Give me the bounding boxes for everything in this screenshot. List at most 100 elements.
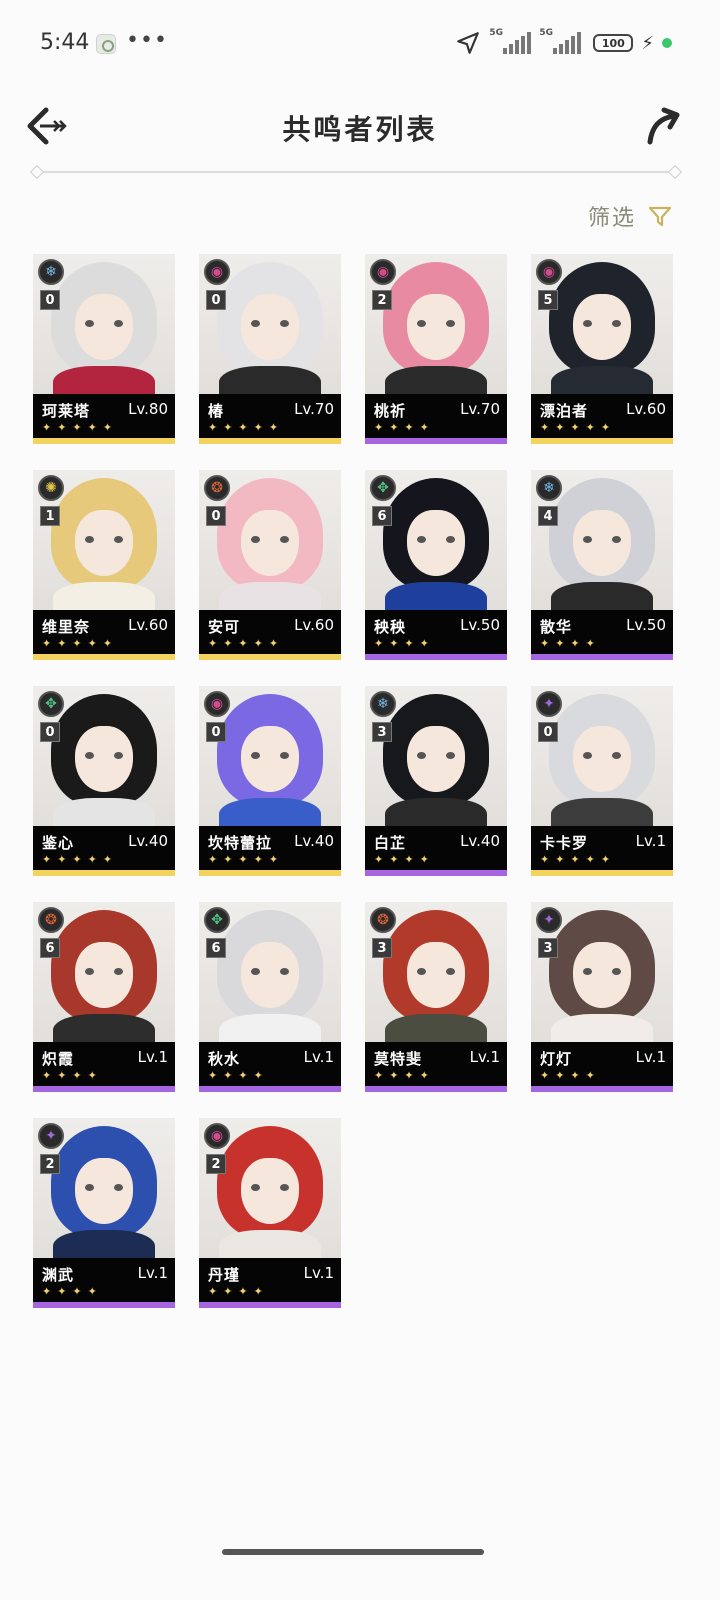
rarity-stars: ✦✦✦✦	[208, 1285, 269, 1298]
character-card[interactable]: ❂ 3 莫特斐 Lv.1 ✦✦✦✦	[365, 902, 507, 1092]
location-arrow-icon	[457, 32, 480, 54]
character-card[interactable]: ❄ 0 珂莱塔 Lv.80 ✦✦✦✦✦	[33, 254, 175, 444]
character-level: Lv.1	[137, 1048, 168, 1066]
sequence-badge: 4	[538, 506, 558, 526]
rarity-stars: ✦✦✦✦✦	[208, 853, 285, 866]
character-name: 丹瑾	[208, 1266, 241, 1284]
rarity-bar	[33, 438, 175, 444]
character-card[interactable]: ❂ 6 炽霞 Lv.1 ✦✦✦✦	[33, 902, 175, 1092]
character-name: 漂泊者	[540, 402, 589, 420]
rarity-bar	[531, 1086, 673, 1092]
portrait-eyes	[85, 1184, 123, 1192]
sequence-badge: 6	[40, 938, 60, 958]
aero-icon: ✥	[38, 691, 64, 717]
portrait-eyes	[85, 968, 123, 976]
character-info: 白芷 Lv.40 ✦✦✦✦	[365, 826, 507, 870]
signal-icon-sim2: 5G	[539, 28, 582, 54]
share-icon[interactable]	[644, 104, 684, 148]
character-info: 莫特斐 Lv.1 ✦✦✦✦	[365, 1042, 507, 1086]
character-card[interactable]: ✺ 1 维里奈 Lv.60 ✦✦✦✦✦	[33, 470, 175, 660]
character-level: Lv.60	[294, 616, 334, 634]
character-info: 丹瑾 Lv.1 ✦✦✦✦	[199, 1258, 341, 1302]
character-name: 渊武	[42, 1266, 75, 1284]
portrait-eyes	[251, 536, 289, 544]
character-level: Lv.1	[469, 1048, 500, 1066]
rarity-bar	[199, 1302, 341, 1308]
character-info: 炽霞 Lv.1 ✦✦✦✦	[33, 1042, 175, 1086]
character-card[interactable]: ◉ 5 漂泊者 Lv.60 ✦✦✦✦✦	[531, 254, 673, 444]
rarity-stars: ✦✦✦✦	[374, 421, 435, 434]
aero-icon: ✥	[204, 907, 230, 933]
charging-bolt-icon: ⚡	[641, 32, 654, 54]
character-level: Lv.40	[128, 832, 168, 850]
electro-icon: ✦	[536, 907, 562, 933]
rarity-stars: ✦✦✦✦	[208, 1069, 269, 1082]
portrait-eyes	[251, 1184, 289, 1192]
character-card[interactable]: ✦ 3 灯灯 Lv.1 ✦✦✦✦	[531, 902, 673, 1092]
portrait-eyes	[85, 320, 123, 328]
character-card[interactable]: ✥ 6 秋水 Lv.1 ✦✦✦✦	[199, 902, 341, 1092]
character-level: Lv.1	[303, 1264, 334, 1282]
character-level: Lv.40	[294, 832, 334, 850]
rarity-bar	[365, 870, 507, 876]
sequence-badge: 6	[206, 938, 226, 958]
rarity-stars: ✦✦✦✦	[540, 637, 601, 650]
character-name: 散华	[540, 618, 573, 636]
battery-icon: 100	[593, 34, 634, 52]
rarity-bar	[365, 654, 507, 660]
rarity-bar	[531, 438, 673, 444]
status-bar: 5:44 ••• 5G 5G 100 ⚡	[0, 0, 720, 90]
character-name: 秧秧	[374, 618, 407, 636]
character-card[interactable]: ◉ 0 坎特蕾拉 Lv.40 ✦✦✦✦✦	[199, 686, 341, 876]
character-info: 渊武 Lv.1 ✦✦✦✦	[33, 1258, 175, 1302]
havoc-icon: ◉	[536, 259, 562, 285]
character-name: 莫特斐	[374, 1050, 423, 1068]
filter-button[interactable]: 筛选	[588, 200, 672, 232]
character-info: 秋水 Lv.1 ✦✦✦✦	[199, 1042, 341, 1086]
sequence-badge: 0	[206, 722, 226, 742]
havoc-icon: ◉	[204, 259, 230, 285]
character-level: Lv.1	[303, 1048, 334, 1066]
privacy-dot-icon	[662, 38, 672, 48]
header: 共鸣者列表	[0, 100, 720, 160]
signal-icon-sim1: 5G	[489, 28, 532, 54]
portrait-eyes	[251, 752, 289, 760]
rarity-stars: ✦✦✦✦✦	[208, 637, 285, 650]
character-card[interactable]: ◉ 2 桃祈 Lv.70 ✦✦✦✦	[365, 254, 507, 444]
character-card[interactable]: ❄ 3 白芷 Lv.40 ✦✦✦✦	[365, 686, 507, 876]
portrait-eyes	[583, 968, 621, 976]
character-info: 灯灯 Lv.1 ✦✦✦✦	[531, 1042, 673, 1086]
character-card[interactable]: ◉ 2 丹瑾 Lv.1 ✦✦✦✦	[199, 1118, 341, 1308]
havoc-icon: ◉	[204, 1123, 230, 1149]
character-card[interactable]: ✦ 2 渊武 Lv.1 ✦✦✦✦	[33, 1118, 175, 1308]
rarity-bar	[365, 1086, 507, 1092]
sequence-badge: 0	[206, 506, 226, 526]
character-card[interactable]: ✥ 6 秧秧 Lv.50 ✦✦✦✦	[365, 470, 507, 660]
home-indicator[interactable]	[222, 1549, 484, 1555]
character-card[interactable]: ❄ 4 散华 Lv.50 ✦✦✦✦	[531, 470, 673, 660]
character-level: Lv.80	[128, 400, 168, 418]
portrait-eyes	[417, 536, 455, 544]
fusion-icon: ❂	[38, 907, 64, 933]
electro-icon: ✦	[38, 1123, 64, 1149]
character-name: 安可	[208, 618, 241, 636]
filter-label: 筛选	[587, 206, 636, 231]
character-name: 白芷	[374, 834, 407, 852]
rarity-bar	[199, 438, 341, 444]
character-card[interactable]: ✦ 0 卡卡罗 Lv.1 ✦✦✦✦✦	[531, 686, 673, 876]
status-time: 5:44	[40, 30, 90, 55]
sequence-badge: 2	[40, 1154, 60, 1174]
character-info: 卡卡罗 Lv.1 ✦✦✦✦✦	[531, 826, 673, 870]
spectro-icon: ✺	[38, 475, 64, 501]
portrait-eyes	[583, 320, 621, 328]
rarity-bar	[531, 870, 673, 876]
character-card[interactable]: ◉ 0 椿 Lv.70 ✦✦✦✦✦	[199, 254, 341, 444]
rarity-bar	[531, 654, 673, 660]
character-name: 桃祈	[374, 402, 407, 420]
character-card[interactable]: ❂ 0 安可 Lv.60 ✦✦✦✦✦	[199, 470, 341, 660]
character-grid: ❄ 0 珂莱塔 Lv.80 ✦✦✦✦✦ ◉ 0 椿 Lv.70 ✦✦✦✦✦ ◉ …	[33, 254, 675, 1308]
character-card[interactable]: ✥ 0 鉴心 Lv.40 ✦✦✦✦✦	[33, 686, 175, 876]
page-title: 共鸣者列表	[282, 113, 438, 146]
sequence-badge: 2	[206, 1154, 226, 1174]
character-level: Lv.70	[460, 400, 500, 418]
